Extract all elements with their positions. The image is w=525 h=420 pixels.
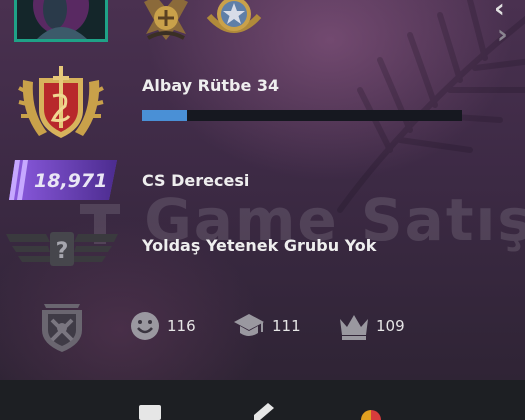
pencil-icon[interactable] — [250, 403, 276, 420]
service-medal-icon[interactable] — [138, 0, 194, 44]
cs-rating-label: CS Derecesi — [142, 171, 250, 190]
commend-friendly-count: 116 — [167, 317, 196, 335]
graduation-cap-icon — [234, 314, 264, 336]
commend-teacher-count: 111 — [272, 317, 301, 335]
premier-shield-icon[interactable] — [34, 298, 90, 354]
avatar-image — [17, 0, 105, 39]
commend-leader-count: 109 — [376, 317, 405, 335]
smiley-icon — [131, 312, 159, 340]
profile-card-icon[interactable] — [137, 405, 163, 420]
crown-icon — [340, 315, 368, 340]
skill-group-unknown-icon[interactable]: ? — [6, 228, 118, 270]
skill-group-label: Yoldaş Yetenek Grubu Yok — [142, 236, 377, 255]
chevron-left-icon[interactable]: ‹ — [494, 0, 505, 22]
star-coin-icon[interactable] — [203, 0, 265, 46]
svg-text:?: ? — [56, 239, 69, 264]
rank-name: Albay Rütbe 34 — [142, 76, 280, 95]
xp-progress-bar — [142, 110, 462, 121]
xp-progress-fill — [142, 110, 187, 121]
rank-emblem-icon[interactable] — [17, 62, 105, 148]
cs-rating-value: 18,971 — [34, 170, 108, 192]
chevron-right-icon[interactable]: › — [497, 22, 508, 48]
player-avatar[interactable] — [14, 0, 108, 42]
color-wheel-icon[interactable] — [358, 408, 384, 420]
